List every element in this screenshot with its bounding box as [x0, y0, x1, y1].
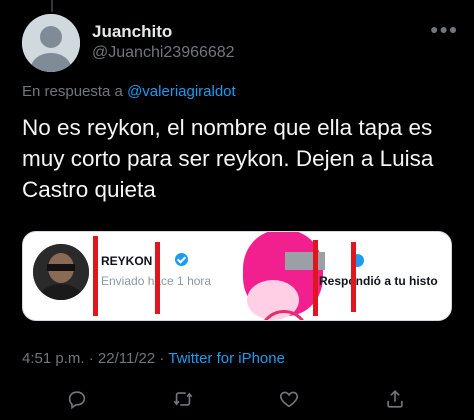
reply-icon: [68, 391, 86, 410]
thread-line: [51, 0, 53, 12]
redaction-bar: [351, 242, 356, 312]
meta-separator: ·: [155, 350, 169, 367]
share-button[interactable]: [380, 384, 410, 414]
retweet-button[interactable]: [168, 384, 198, 414]
attached-image[interactable]: REYKON Enviado hace 1 hora Respondió a t…: [22, 231, 452, 321]
action-bar: [0, 384, 474, 414]
reply-button[interactable]: [62, 384, 92, 414]
avatar[interactable]: [22, 14, 80, 72]
redaction-bar: [155, 242, 160, 314]
redaction-bar: [313, 240, 318, 316]
more-icon[interactable]: ●●●: [430, 22, 458, 36]
attachment-avatar: [33, 244, 89, 300]
default-avatar-icon: [22, 14, 80, 72]
redaction-bar: [93, 236, 98, 316]
like-button[interactable]: [274, 384, 304, 414]
redaction-box: [285, 252, 325, 270]
meta-separator: ·: [84, 350, 98, 367]
attachment-left-name: REYKON: [101, 254, 153, 268]
tweet-date[interactable]: 22/11/22: [98, 350, 155, 367]
attachment-right-text: Respondió a tu histo: [319, 274, 438, 288]
retweet-icon: [173, 392, 193, 406]
verified-icon: [175, 253, 188, 266]
author-handle[interactable]: @Juanchi23966682: [92, 44, 235, 62]
tweet-meta: 4:51 p.m. · 22/11/22 · Twitter for iPhon…: [22, 350, 285, 367]
tweet-source-link[interactable]: Twitter for iPhone: [168, 350, 285, 367]
tweet-text: No es reykon, el nombre que ella tapa es…: [22, 115, 434, 202]
heart-icon: [279, 391, 299, 408]
share-icon: [387, 390, 403, 408]
author-name[interactable]: Juanchito: [92, 22, 172, 42]
reply-prefix: En respuesta a: [22, 83, 128, 100]
reply-context: En respuesta a @valeriagiraldot: [22, 83, 236, 100]
tweet-time[interactable]: 4:51 p.m.: [22, 350, 85, 367]
reply-mention-link[interactable]: @valeriagiraldot: [127, 83, 236, 100]
